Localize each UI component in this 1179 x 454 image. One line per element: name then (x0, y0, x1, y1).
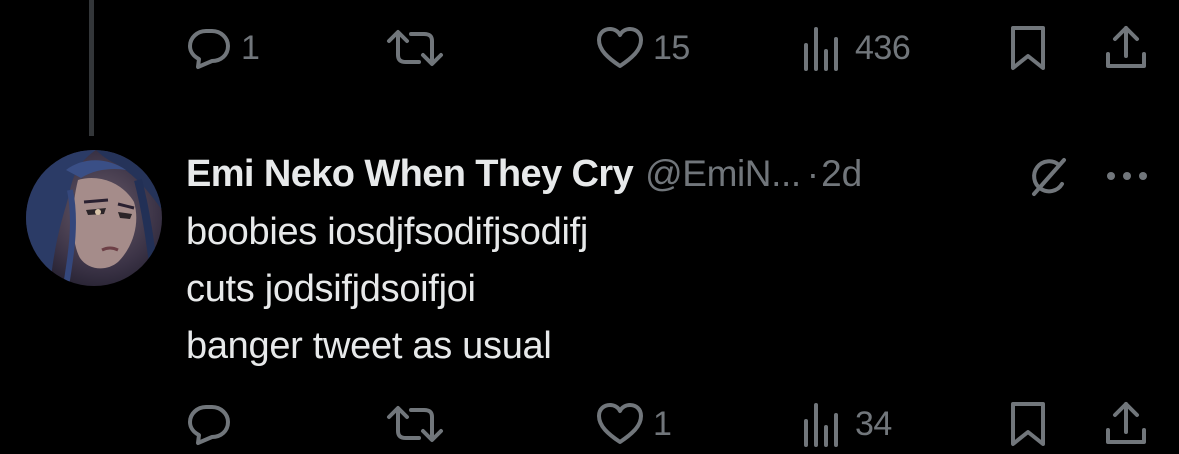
bookmark-icon (1011, 26, 1045, 70)
author-handle[interactable]: @EmiN... (645, 153, 801, 195)
views-icon (804, 403, 838, 447)
retweet-icon (387, 30, 443, 66)
reply-button[interactable] (186, 394, 241, 454)
share-icon (1106, 26, 1146, 68)
author-display-name[interactable]: Emi Neko When They Cry (186, 153, 634, 196)
reply-tweet-action-bar: 1 34 (186, 394, 1146, 454)
reply-icon (188, 29, 230, 69)
views-icon (804, 27, 838, 71)
reply-tweet: Emi Neko When They Cry @EmiN... · 2d boo… (186, 146, 1166, 375)
views-button[interactable]: 34 (802, 394, 892, 454)
tweet-header: Emi Neko When They Cry @EmiN... · 2d (186, 146, 1166, 202)
bookmark-button[interactable] (1008, 18, 1048, 78)
retweet-button[interactable] (386, 394, 453, 454)
tweet-text: boobies iosdjfsodifjsodifj cuts jodsifjd… (186, 204, 1166, 375)
avatar-image (26, 150, 162, 286)
bookmark-button[interactable] (1008, 394, 1048, 454)
like-count: 15 (653, 28, 690, 67)
heart-icon (597, 403, 643, 444)
share-button[interactable] (1104, 394, 1148, 454)
reply-button[interactable]: 1 (186, 18, 260, 78)
retweet-icon (387, 406, 443, 442)
like-count: 1 (653, 404, 672, 443)
tweet-text-line: boobies iosdjfsodifjsodifj (186, 211, 588, 253)
tweet-timestamp[interactable]: 2d (821, 153, 862, 195)
view-count: 34 (855, 404, 892, 443)
separator-dot: · (806, 153, 820, 194)
thread-connector-line (89, 0, 94, 136)
heart-icon (597, 27, 643, 68)
reply-count: 1 (241, 28, 260, 67)
tweet-text-line: cuts jodsifjdsoifjoi (186, 268, 476, 310)
share-button[interactable] (1104, 18, 1148, 78)
reply-icon (188, 405, 230, 445)
bookmark-icon (1011, 402, 1045, 446)
views-button[interactable]: 436 (802, 18, 911, 78)
like-button[interactable]: 15 (596, 18, 690, 78)
grok-icon[interactable] (1026, 154, 1072, 200)
previous-tweet-action-bar: 1 15 436 (186, 18, 1146, 78)
avatar[interactable] (26, 150, 162, 286)
like-button[interactable]: 1 (596, 394, 672, 454)
more-icon[interactable] (1104, 156, 1150, 196)
view-count: 436 (855, 28, 911, 67)
share-icon (1106, 402, 1146, 444)
tweet-text-line: banger tweet as usual (186, 325, 552, 367)
retweet-button[interactable] (386, 18, 453, 78)
